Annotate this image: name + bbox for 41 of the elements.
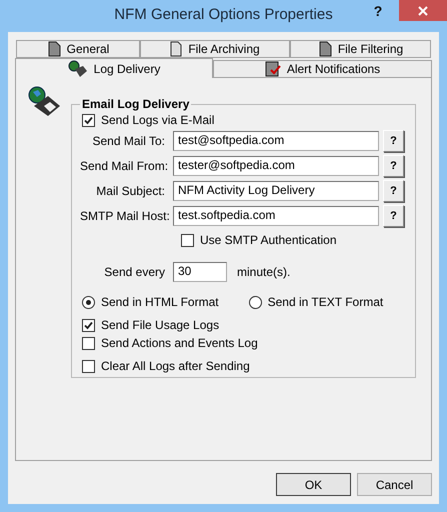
radio-button[interactable]: Send in TEXT Format [248,295,384,309]
window-title: NFM General Options Properties [114,6,333,23]
ok-button[interactable]: OK [276,473,351,496]
tab[interactable]: Alert Notifications [213,60,432,78]
tab[interactable]: File Filtering [290,40,431,58]
close-button[interactable] [399,0,447,21]
unit-label: minute(s). [237,265,290,279]
field-label: Mail Subject: [95,184,165,198]
input-field[interactable]: test.softpedia.com [173,206,379,226]
globe-computer-icon [28,86,61,116]
help-button[interactable]: ? [383,155,404,177]
checklist-icon [264,61,281,77]
field-label: Send every [103,265,165,279]
close-icon [418,6,428,16]
radio-button[interactable]: Send in HTML Format [82,295,219,309]
checkbox[interactable]: Use SMTP Authentication [181,233,337,247]
help-button[interactable]: ? [383,180,404,202]
tab[interactable]: File Archiving [140,40,290,58]
cancel-button[interactable]: Cancel [357,473,432,496]
help-button[interactable]: ? [363,1,393,21]
field-label: Send Mail From: [80,159,165,173]
document-icon [318,41,332,57]
page-icon [170,41,182,57]
checkbox[interactable]: Send Logs via E-Mail [82,113,214,127]
tab[interactable]: Log Delivery [15,58,213,78]
checkbox[interactable]: Send File Usage Logs [82,318,220,332]
group-title: Email Log Delivery [81,97,190,111]
input-field[interactable]: test@softpedia.com [173,131,379,151]
check-icon [84,320,93,330]
help-button[interactable]: ? [383,130,404,152]
checkbox[interactable]: Send Actions and Events Log [82,336,258,350]
input-field[interactable]: tester@softpedia.com [173,156,379,176]
help-button[interactable]: ? [383,205,404,227]
field-label: Send Mail To: [92,134,165,148]
globe-icon [68,60,88,78]
document-icon [46,41,61,57]
input-field[interactable]: 30 [173,262,227,282]
input-field[interactable]: NFM Activity Log Delivery [173,181,379,201]
tab[interactable]: General [16,40,140,58]
checkbox[interactable]: Clear All Logs after Sending [82,359,250,373]
check-icon [84,116,93,124]
